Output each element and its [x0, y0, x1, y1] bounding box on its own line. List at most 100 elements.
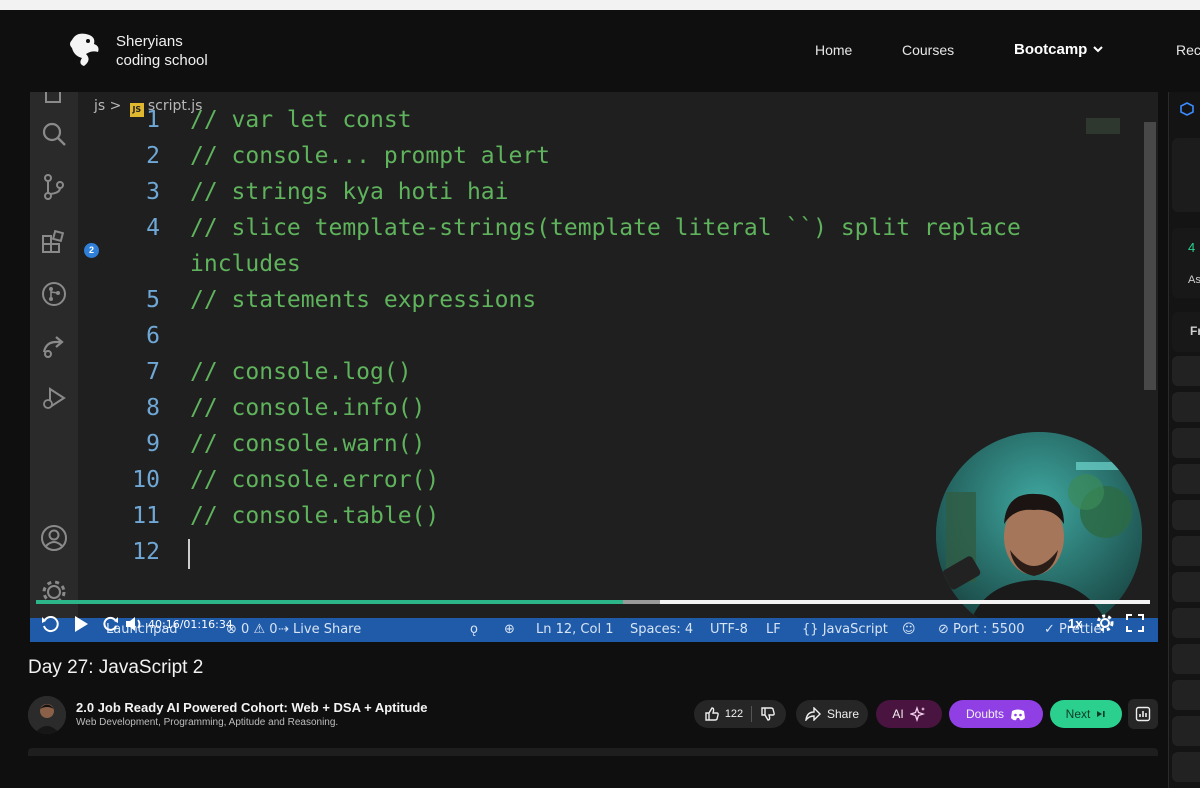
- status-port: ⊘ Port : 5500: [938, 622, 1025, 637]
- share-button[interactable]: Share: [796, 700, 868, 728]
- share-label: Share: [826, 707, 860, 721]
- nav-courses[interactable]: Courses: [902, 42, 954, 58]
- share-icon: [805, 707, 821, 721]
- video-time: 40:16/01:16:34: [148, 618, 233, 631]
- sidebar-list-item[interactable]: [1172, 464, 1200, 494]
- nav-bootcamp-label: Bootcamp: [1014, 41, 1088, 58]
- video-progress-bar[interactable]: [36, 600, 1150, 604]
- sidebar-list-item[interactable]: [1172, 608, 1200, 638]
- sidebar-list-item[interactable]: [1172, 752, 1200, 782]
- lesson-title: Day 27: JavaScript 2: [28, 657, 204, 678]
- sidebar-fragment-2: As: [1188, 274, 1200, 286]
- cube-icon: [1180, 102, 1194, 116]
- extensions-icon: [42, 229, 65, 253]
- status-eol: LF: [766, 622, 781, 637]
- nav-home[interactable]: Home: [815, 42, 852, 58]
- like-dislike-group: 122: [694, 700, 786, 728]
- minimap: [1086, 118, 1120, 134]
- sidebar-list-item[interactable]: [1172, 500, 1200, 530]
- status-zoom-icon: ⊕: [504, 622, 515, 637]
- gear-icon[interactable]: [1096, 614, 1114, 632]
- line-text: // console... prompt alert: [190, 143, 551, 169]
- status-language-label: JavaScript: [822, 622, 888, 637]
- explorer-icon: [45, 92, 61, 103]
- sidebar-list-item[interactable]: [1172, 392, 1200, 422]
- status-live-share: ⇢ Live Share: [278, 622, 362, 637]
- line-text: // var let const: [190, 107, 412, 133]
- brand-name[interactable]: Sheryians coding school: [116, 32, 208, 70]
- line-number: 8: [146, 395, 160, 421]
- stats-button[interactable]: [1128, 699, 1158, 729]
- line-text: // slice template-strings(template liter…: [190, 215, 1021, 241]
- sidebar-progress-card: [1172, 228, 1200, 298]
- next-label: Next: [1065, 707, 1091, 721]
- chevron-down-icon: [1093, 46, 1104, 53]
- video-player[interactable]: 2 js > JS script.js 1// var let const 2//…: [30, 92, 1158, 642]
- doubts-button[interactable]: Doubts: [949, 700, 1043, 728]
- git-graph-icon: [42, 282, 66, 306]
- sidebar-list-item[interactable]: [1172, 356, 1200, 386]
- line-text: // console.table(): [190, 503, 440, 529]
- sidebar-list-item[interactable]: [1172, 644, 1200, 674]
- next-button[interactable]: Next: [1050, 700, 1122, 728]
- thumbs-up-icon[interactable]: [704, 706, 720, 722]
- editor-scrollbar: [1144, 122, 1156, 390]
- replay-icon[interactable]: [40, 614, 60, 634]
- line-text: // statements expressions: [190, 287, 537, 313]
- line-number: 7: [146, 359, 160, 385]
- volume-icon[interactable]: [124, 614, 144, 634]
- webcam-overlay: [936, 432, 1142, 638]
- play-icon[interactable]: [72, 614, 90, 634]
- sidebar-card[interactable]: [1172, 138, 1200, 212]
- search-icon: [42, 122, 66, 146]
- status-port-label: Port : 5500: [953, 622, 1025, 637]
- discord-icon: [1011, 709, 1026, 720]
- thumbs-down-icon[interactable]: [760, 706, 776, 722]
- remote-icon: [42, 336, 64, 358]
- line-number: 10: [132, 467, 160, 493]
- course-subtitle: Web Development, Programming, Aptitude a…: [76, 717, 339, 728]
- site-header: Sheryians coding school Home Courses Boo…: [0, 10, 1200, 92]
- line-text: includes: [190, 251, 301, 277]
- brand-line-1: Sheryians: [116, 33, 183, 50]
- sidebar-list-item[interactable]: [1172, 572, 1200, 602]
- buffered-bar: [623, 600, 660, 604]
- sidebar-list-item[interactable]: [1172, 716, 1200, 746]
- line-number: 2: [146, 143, 160, 169]
- source-control-icon: [44, 174, 64, 200]
- content-panel-edge: [28, 748, 1158, 756]
- ai-label: AI: [892, 707, 904, 721]
- logo-icon[interactable]: [66, 30, 104, 70]
- line-number: 6: [146, 323, 160, 349]
- line-number: 12: [132, 539, 160, 565]
- sidebar-list-item[interactable]: [1172, 680, 1200, 710]
- avatar[interactable]: [28, 696, 66, 734]
- brand-line-2: coding school: [116, 52, 208, 69]
- nav-recorded[interactable]: Rec: [1176, 42, 1200, 58]
- line-number: 4: [146, 215, 160, 241]
- status-git-icon: ǫ: [470, 622, 478, 637]
- line-text: // console.info(): [190, 395, 426, 421]
- status-position: Ln 12, Col 1: [536, 622, 614, 637]
- status-errors: 0: [241, 622, 250, 637]
- line-number: 1: [146, 107, 160, 133]
- fullscreen-icon[interactable]: [1126, 614, 1144, 632]
- line-number: 3: [146, 179, 160, 205]
- sidebar-list-item[interactable]: [1172, 428, 1200, 458]
- playback-speed[interactable]: 1x: [1068, 616, 1082, 631]
- stats-icon: [1135, 706, 1151, 722]
- line-text: // console.error(): [190, 467, 440, 493]
- forward-icon[interactable]: [102, 614, 120, 634]
- course-title[interactable]: 2.0 Job Ready AI Powered Cohort: Web + D…: [76, 700, 428, 715]
- nav-bootcamp[interactable]: Bootcamp: [1014, 41, 1104, 58]
- sparkle-icon: [909, 706, 925, 722]
- sidebar-list-item[interactable]: [1172, 536, 1200, 566]
- sidebar-fragment-3: Fr: [1190, 324, 1200, 338]
- status-encoding: UTF-8: [710, 622, 748, 637]
- run-debug-icon: [43, 387, 66, 409]
- status-problems: ⊗ 0 ⚠ 0: [226, 622, 278, 637]
- vscode-activity-bar: [30, 92, 78, 642]
- line-number: 5: [146, 287, 160, 313]
- text-cursor: [188, 539, 190, 569]
- ai-button[interactable]: AI: [876, 700, 942, 728]
